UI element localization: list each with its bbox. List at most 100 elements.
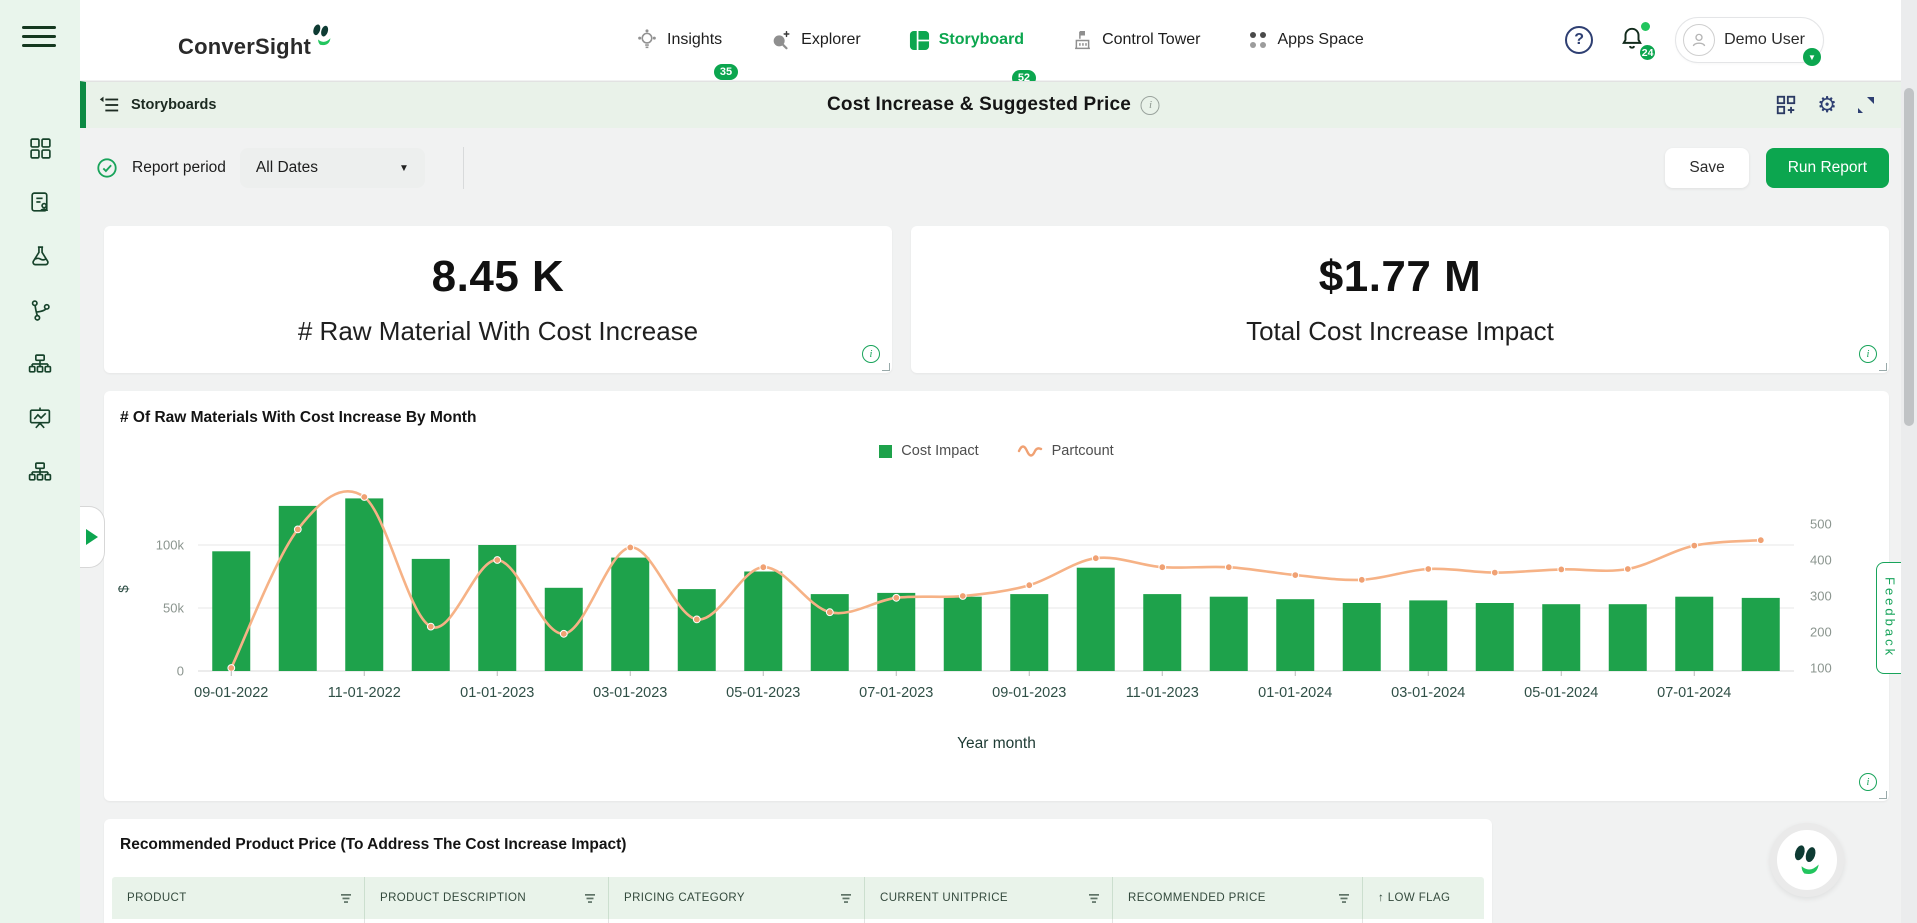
- column-header-current-unitprice[interactable]: CURRENT UNITPRICE: [864, 877, 1112, 919]
- sitemap-icon: [27, 352, 53, 377]
- filter-icon[interactable]: [584, 893, 596, 904]
- svg-text:03-01-2024: 03-01-2024: [1391, 685, 1465, 701]
- table-cell: [1362, 919, 1484, 923]
- user-name: Demo User: [1724, 31, 1805, 49]
- nav-item-explorer[interactable]: Explorer: [770, 28, 861, 52]
- sidebar-expand-handle[interactable]: [80, 506, 105, 568]
- filter-icon[interactable]: [1338, 893, 1350, 904]
- notifications-button[interactable]: 24: [1619, 24, 1649, 56]
- sidebar-item-dashboard[interactable]: [26, 136, 54, 161]
- settings-button[interactable]: ⚙: [1817, 93, 1837, 118]
- add-widget-button[interactable]: [1775, 94, 1797, 116]
- kpi-info-icon[interactable]: i: [862, 345, 880, 363]
- check-circle-icon[interactable]: [96, 157, 118, 179]
- svg-text:09-01-2022: 09-01-2022: [194, 685, 268, 701]
- svg-text:300: 300: [1810, 589, 1832, 604]
- fullscreen-button[interactable]: [1857, 96, 1875, 114]
- filter-icon[interactable]: [340, 893, 352, 904]
- sidebar-item-presentation[interactable]: [26, 406, 54, 431]
- nav-label: Insights: [667, 31, 722, 49]
- toolbar-actions: ⚙: [1775, 93, 1875, 118]
- top-header: ConverSight Insights 35: [80, 0, 1901, 80]
- page-title: Cost Increase & Suggested Price: [827, 94, 1131, 116]
- legend-cost-impact[interactable]: Cost Impact: [879, 443, 978, 459]
- document-user-icon: [28, 190, 53, 215]
- scrollbar-thumb[interactable]: [1904, 88, 1914, 426]
- storyboard-title-wrap: Cost Increase & Suggested Price i: [827, 94, 1160, 116]
- svg-text:01-01-2023: 01-01-2023: [460, 685, 534, 701]
- resize-corner[interactable]: [1879, 791, 1887, 799]
- sidebar-item-report-doc[interactable]: [26, 190, 54, 215]
- resize-corner[interactable]: [882, 363, 890, 371]
- storyboard-grid-icon: [909, 30, 930, 51]
- insights-badge: 35: [714, 64, 738, 80]
- help-button[interactable]: ?: [1565, 26, 1593, 54]
- page: ConverSight Insights 35: [0, 0, 1917, 923]
- legend-partcount[interactable]: Partcount: [1017, 443, 1114, 459]
- storyboard-toolbar: Storyboards Cost Increase & Suggested Pr…: [80, 81, 1901, 128]
- explorer-magnifier-icon: [770, 28, 792, 52]
- save-button[interactable]: Save: [1665, 148, 1748, 188]
- collapse-panel-icon: [98, 96, 120, 114]
- chart-info-icon[interactable]: i: [1859, 773, 1877, 791]
- cost-increase-chart[interactable]: 050k100k10020030040050009-01-202211-01-2…: [112, 479, 1877, 729]
- expand-arrow-icon: [86, 529, 98, 545]
- report-period-dropdown[interactable]: All Dates ▼: [240, 148, 425, 188]
- sidebar-item-hierarchy[interactable]: [26, 352, 54, 377]
- sidebar-icon-list: [0, 136, 80, 485]
- sort-asc-icon: ↑: [1378, 892, 1388, 904]
- nav-item-insights[interactable]: Insights 35: [636, 28, 722, 52]
- header-actions: ? 24 Demo User ▼: [1565, 0, 1824, 80]
- column-header-product[interactable]: PRODUCT: [112, 877, 364, 919]
- nav-label: Storyboard: [939, 31, 1024, 49]
- storyboards-nav[interactable]: Storyboards: [98, 96, 216, 114]
- header-label: ↑ LOW FLAG: [1378, 892, 1450, 904]
- title-info-icon[interactable]: i: [1141, 96, 1160, 115]
- hamburger-menu-icon[interactable]: [22, 26, 56, 52]
- storyboards-label: Storyboards: [131, 97, 216, 113]
- column-header-product-description[interactable]: PRODUCT DESCRIPTION: [364, 877, 608, 919]
- help-icon: ?: [1574, 31, 1584, 49]
- sidebar-item-data-model[interactable]: [26, 460, 54, 485]
- nav-item-storyboard[interactable]: Storyboard 52: [909, 30, 1024, 51]
- assistant-chat-button[interactable]: [1770, 823, 1844, 897]
- dropdown-caret-icon: ▼: [399, 163, 409, 174]
- header-label: PRICING CATEGORY: [624, 892, 745, 904]
- logo-leaf-icon: [309, 22, 335, 48]
- x-axis-title: Year month: [104, 735, 1889, 753]
- grid-plus-icon: [1775, 94, 1797, 116]
- kpi-label: Total Cost Increase Impact: [1246, 316, 1554, 347]
- column-header-low-flag[interactable]: ↑ LOW FLAG: [1362, 877, 1484, 919]
- user-menu[interactable]: Demo User ▼: [1675, 17, 1824, 63]
- conversight-mark-icon: [1789, 842, 1825, 878]
- column-header-recommended-price[interactable]: RECOMMENDED PRICE: [1112, 877, 1362, 919]
- report-actions: Save Run Report: [1665, 148, 1889, 188]
- svg-text:03-01-2023: 03-01-2023: [593, 685, 667, 701]
- apps-space-dots-icon: [1248, 30, 1268, 50]
- sidebar-item-experiments[interactable]: [26, 244, 54, 269]
- svg-text:05-01-2023: 05-01-2023: [726, 685, 800, 701]
- legend-label: Cost Impact: [901, 443, 978, 459]
- resize-corner[interactable]: [1879, 363, 1887, 371]
- sidebar-item-workflow[interactable]: [26, 298, 54, 323]
- notification-dot: [1641, 22, 1650, 31]
- user-icon: [1690, 31, 1708, 49]
- table-row[interactable]: [112, 919, 1484, 923]
- nav-item-apps-space[interactable]: Apps Space: [1248, 30, 1363, 50]
- filter-icon[interactable]: [840, 893, 852, 904]
- nav-item-control-tower[interactable]: Control Tower: [1072, 29, 1200, 52]
- table-cell: [608, 919, 864, 923]
- chart-title: # Of Raw Materials With Cost Increase By…: [120, 409, 476, 427]
- feedback-tab[interactable]: Feedback: [1876, 562, 1903, 674]
- kpi-label: # Raw Material With Cost Increase: [298, 316, 698, 347]
- svg-text:100k: 100k: [156, 538, 185, 553]
- filter-icon[interactable]: [1088, 893, 1100, 904]
- notification-badge: 24: [1638, 43, 1657, 62]
- svg-text:09-01-2023: 09-01-2023: [992, 685, 1066, 701]
- kpi-info-icon[interactable]: i: [1859, 345, 1877, 363]
- svg-text:400: 400: [1810, 553, 1832, 568]
- run-report-button[interactable]: Run Report: [1766, 148, 1889, 188]
- left-sidebar: [0, 0, 80, 923]
- conversight-logo[interactable]: ConverSight: [178, 22, 335, 60]
- column-header-pricing-category[interactable]: PRICING CATEGORY: [608, 877, 864, 919]
